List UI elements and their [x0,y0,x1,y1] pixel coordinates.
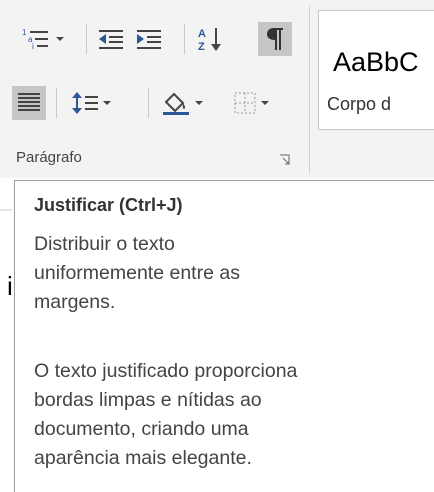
svg-text:Z: Z [198,41,205,52]
svg-text:A: A [198,28,206,40]
borders-icon [234,92,256,114]
borders-button[interactable] [220,86,282,120]
tooltip-line: uniformemente entre as [34,262,240,284]
line-spacing-button[interactable] [62,86,120,120]
justify-tooltip: Justificar (Ctrl+J) Distribuir o texto u… [14,180,434,492]
sort-az-icon: A Z [198,28,221,52]
tooltip-line: bordas limpas e nítidas ao [34,389,262,411]
separator [148,88,149,118]
tooltip-line: documento, criando uma [34,418,249,440]
chevron-down-icon [195,101,203,105]
tooltip-line: Distribuir o texto [34,233,175,255]
tooltip-line: O texto justificado proporciona [34,360,298,382]
multilevel-list-button[interactable]: 1 a i [12,22,74,56]
dialog-launcher-icon [280,154,290,165]
style-name: Corpo d [327,94,392,114]
increase-indent-icon [137,30,161,49]
chevron-down-icon [103,101,111,105]
separator [184,24,185,54]
svg-text:i: i [32,42,34,51]
separator [86,24,87,54]
style-sample-text: AaBbC [333,47,419,77]
increase-indent-button[interactable] [132,22,166,56]
multilevel-list-icon: 1 a i [22,28,48,51]
tooltip-details: O texto justificado proporciona bordas l… [34,357,424,473]
justify-icon [18,93,40,111]
tooltip-title: Justificar (Ctrl+J) [34,195,183,215]
decrease-indent-button[interactable] [94,22,128,56]
show-formatting-marks-button[interactable] [258,22,292,56]
tooltip-description: Distribuir o texto uniformemente entre a… [34,230,424,317]
svg-text:1: 1 [22,28,27,37]
sort-button[interactable]: A Z [192,22,228,56]
styles-gallery-normal[interactable]: AaBbC Corpo d [318,10,434,130]
chevron-down-icon [56,37,64,41]
tooltip-line: aparência mais elegante. [34,447,252,469]
justify-button[interactable] [12,86,46,120]
separator [56,88,57,118]
ruler-mark [0,209,12,211]
group-divider [309,6,310,174]
shading-button[interactable] [156,86,208,120]
tooltip-line: margens. [34,291,116,313]
pilcrow-icon [267,28,283,50]
paragraph-dialog-launcher[interactable] [279,152,290,165]
document-text: i [7,271,13,301]
ribbon: 1 a i A Z Parágrafo AaBbC Corpo d [0,0,434,178]
paragraph-group-label: Parágrafo [16,149,82,166]
decrease-indent-icon [99,30,123,49]
line-spacing-icon [72,92,98,114]
chevron-down-icon [261,101,269,105]
paint-bucket-icon [163,92,189,115]
